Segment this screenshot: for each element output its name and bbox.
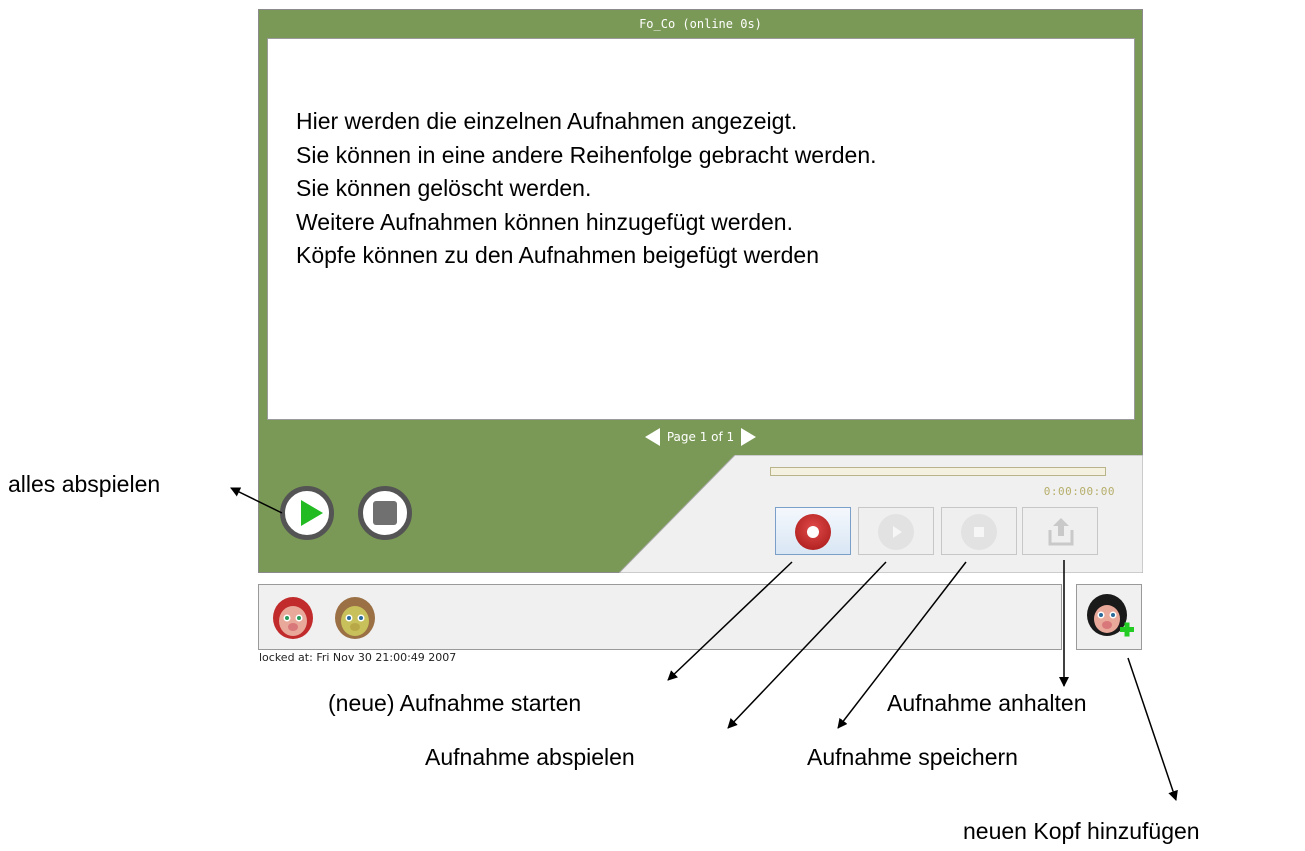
annotation-save-recording: Aufnahme speichern bbox=[807, 744, 1018, 770]
annotation-record-start: (neue) Aufnahme starten bbox=[328, 690, 582, 716]
annotation-add-head: neuen Kopf hinzufügen bbox=[963, 818, 1200, 844]
annotation-stop-recording: Aufnahme anhalten bbox=[887, 690, 1087, 716]
annotation-play-recording: Aufnahme abspielen bbox=[425, 744, 635, 770]
annotation-arrows bbox=[230, 487, 1178, 801]
annotation-play-all: alles abspielen bbox=[8, 471, 161, 497]
